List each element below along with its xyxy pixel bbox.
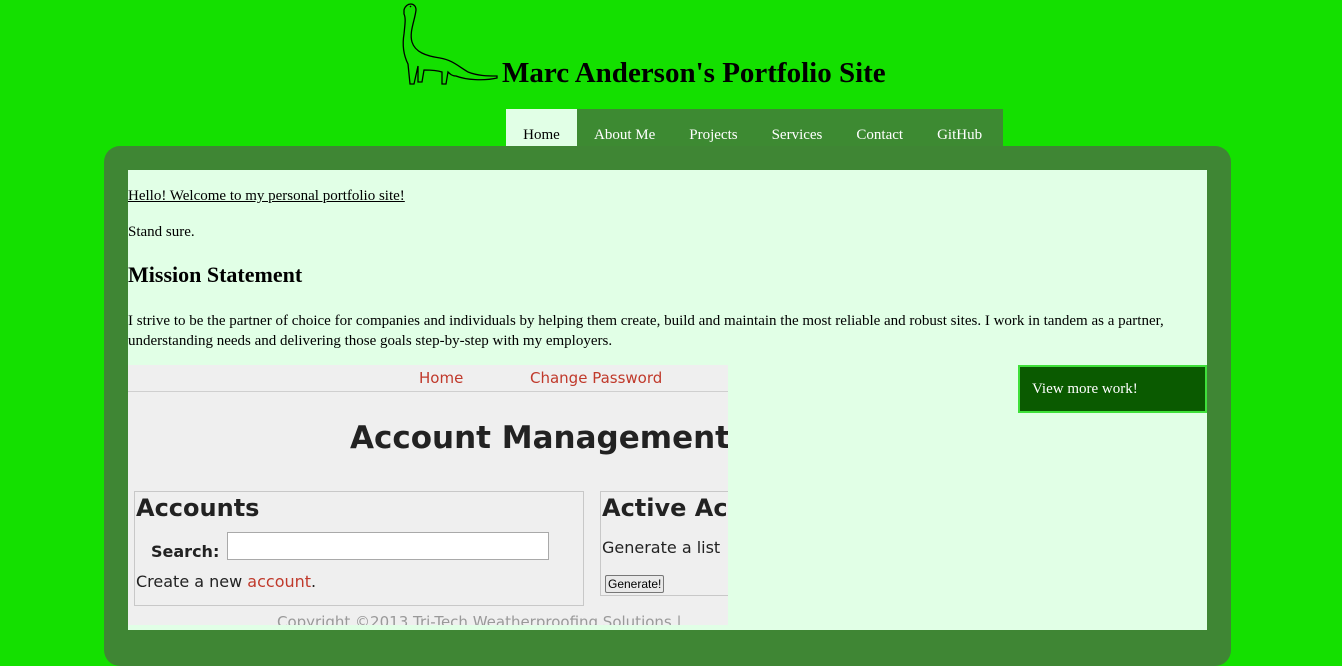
search-label: Search: — [151, 542, 220, 561]
embedded-home-link[interactable]: Home — [419, 369, 463, 387]
create-account-prefix: Create a new — [136, 572, 248, 591]
main-nav: Home About Me Projects Services Contact … — [506, 109, 1003, 146]
embedded-page-title: Account Management — [350, 420, 728, 456]
embedded-nav: Home Change Password — [128, 365, 728, 392]
accounts-heading: Accounts — [136, 494, 260, 522]
mission-heading: Mission Statement — [128, 262, 303, 287]
nav-services[interactable]: Services — [755, 109, 840, 146]
embedded-project-preview: Home Change Password Account Management … — [128, 365, 728, 625]
view-more-work-button[interactable]: View more work! — [1018, 365, 1207, 413]
nav-home[interactable]: Home — [506, 109, 577, 146]
create-account-link[interactable]: account — [247, 572, 311, 591]
mission-text: I strive to be the partner of choice for… — [128, 313, 1164, 349]
create-account-suffix: . — [311, 572, 317, 591]
dinosaur-logo-icon — [402, 3, 498, 85]
nav-github[interactable]: GitHub — [920, 109, 999, 146]
nav-contact[interactable]: Contact — [839, 109, 920, 146]
copyright-text: Copyright ©2013 Tri-Tech Weatherproofing… — [277, 613, 682, 625]
accounts-panel: Accounts Search: Create a new account. — [134, 491, 584, 606]
welcome-link[interactable]: Hello! Welcome to my personal portfolio … — [128, 188, 405, 205]
embedded-change-password-link[interactable]: Change Password — [530, 369, 662, 387]
search-input[interactable] — [227, 532, 549, 560]
create-account-text: Create a new account. — [136, 572, 316, 591]
nav-about-me[interactable]: About Me — [577, 109, 672, 146]
active-accounts-panel: Active Accounts Generate a list Generate… — [600, 491, 728, 596]
site-title: Marc Anderson's Portfolio Site — [502, 57, 886, 89]
generate-button[interactable]: Generate! — [605, 575, 665, 593]
active-accounts-heading: Active Accounts — [602, 494, 728, 522]
nav-projects[interactable]: Projects — [672, 109, 754, 146]
tagline: Stand sure. — [128, 224, 195, 240]
generate-list-text: Generate a list — [602, 538, 721, 557]
